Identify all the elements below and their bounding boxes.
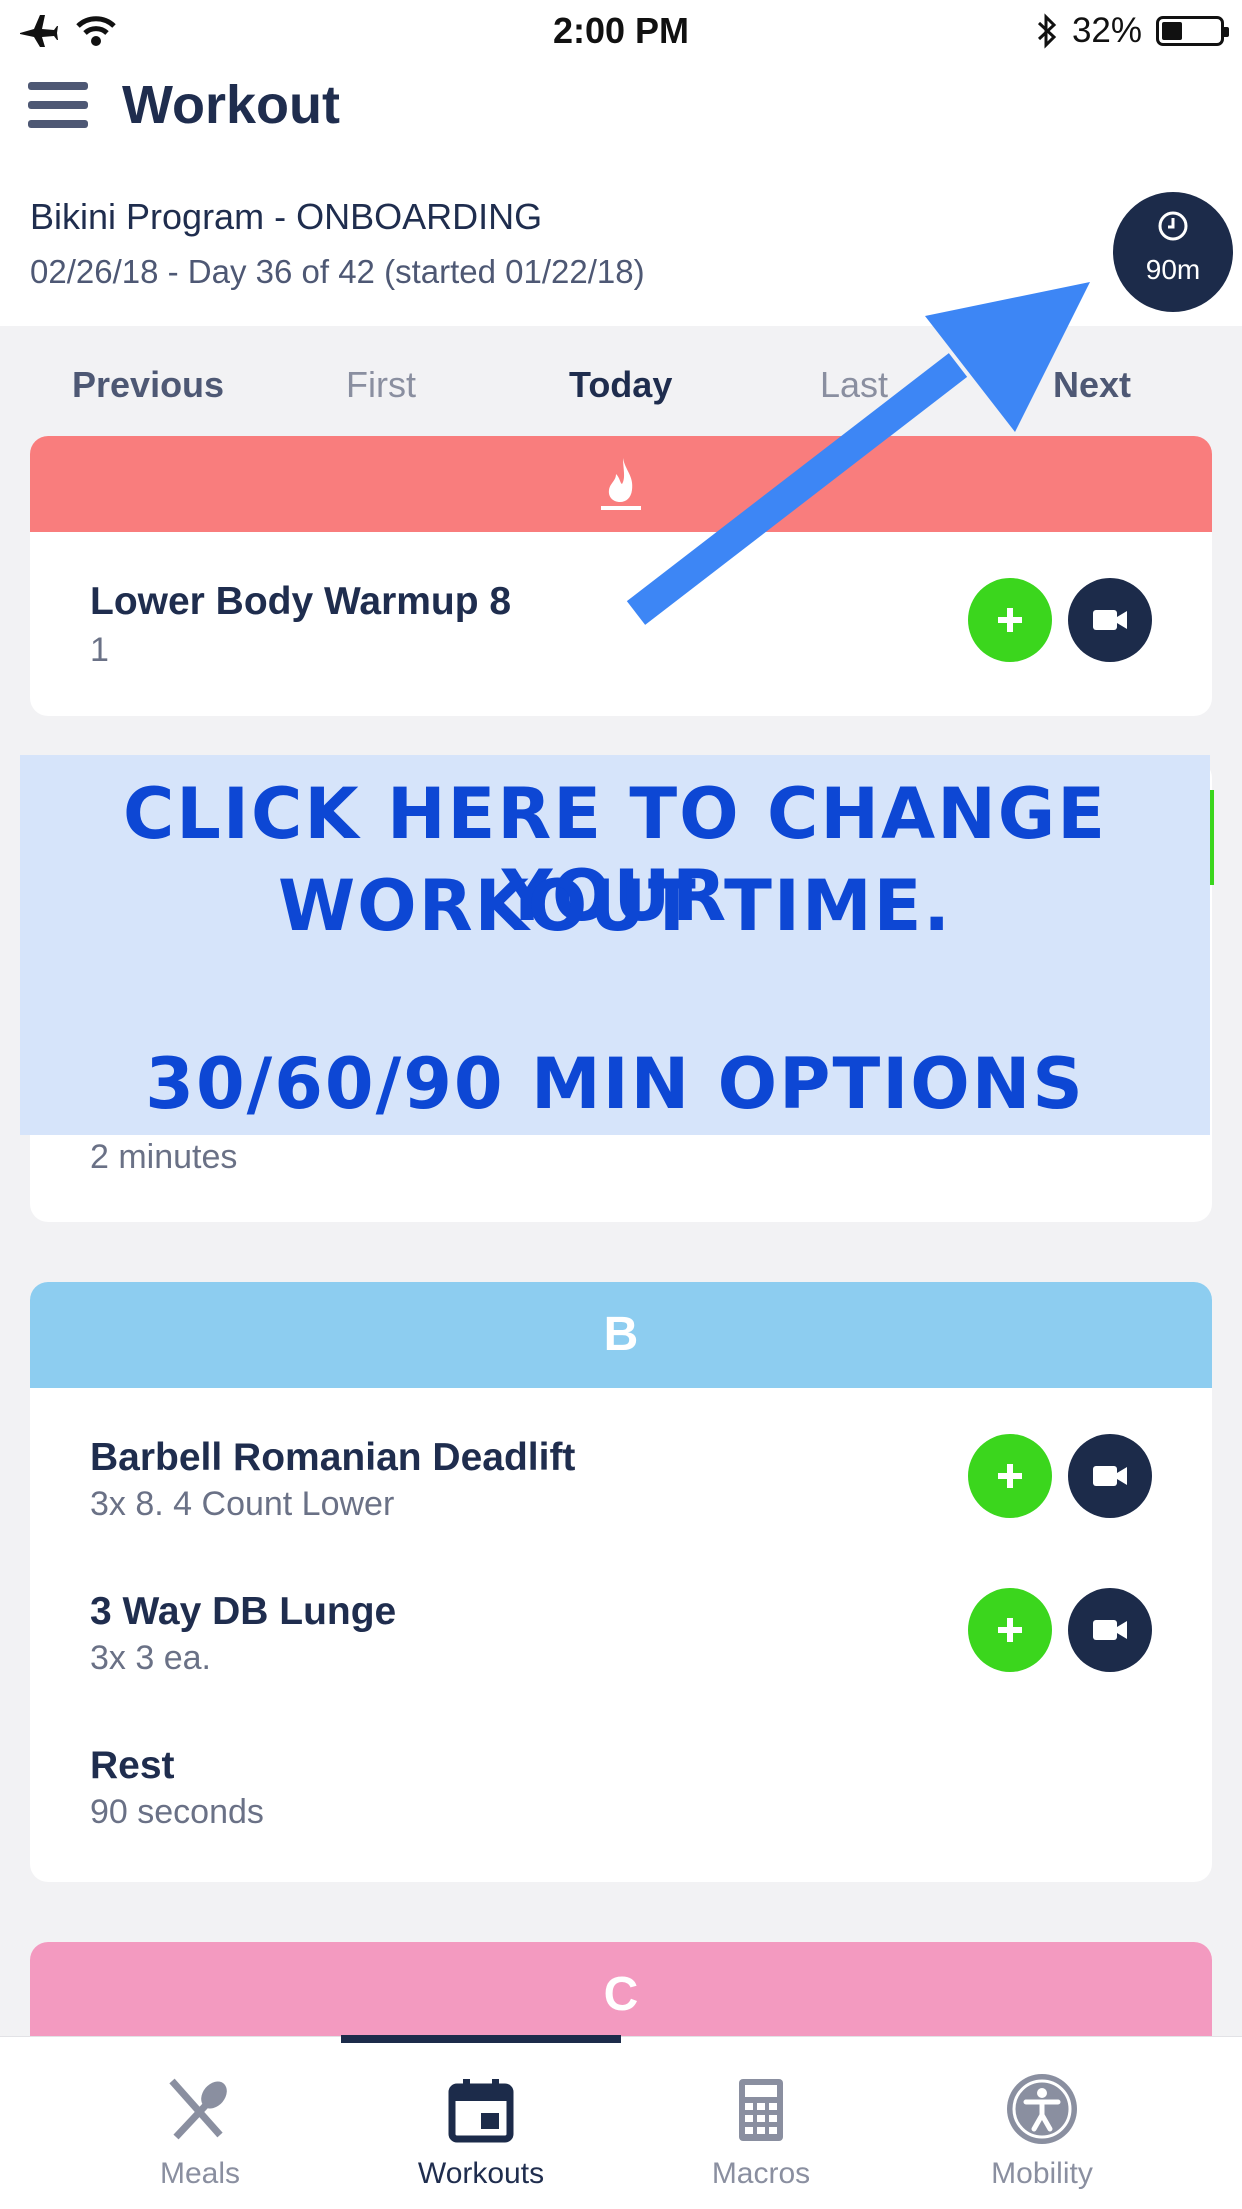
video-button[interactable]	[1068, 1434, 1152, 1518]
bottom-tab-bar: Meals Workouts Macros Mobility	[0, 2035, 1242, 2209]
tab-workouts[interactable]: Workouts	[341, 2037, 621, 2209]
page-header: Workout Bikini Program - ONBOARDING 02/2…	[0, 62, 1242, 326]
tab-label: Meals	[159, 2157, 241, 2190]
workout-time-label: 90m	[1145, 254, 1201, 285]
instruction-overlay: CLICK HERE TO CHANGE YOUR WORKOUT TIME. …	[20, 755, 1210, 1135]
page-title: Workout	[122, 75, 340, 135]
workout-time-button[interactable]: 90m	[1113, 192, 1233, 312]
overlay-line-3: 30/60/90 MIN OPTIONS	[145, 1043, 1085, 1125]
nav-next[interactable]: Next	[1053, 364, 1131, 406]
add-exercise-button[interactable]	[968, 578, 1052, 662]
video-camera-icon	[1093, 1466, 1127, 1486]
nav-today[interactable]: Today	[569, 364, 672, 406]
exercise-detail: 1	[90, 631, 109, 669]
add-exercise-button-edge	[1210, 790, 1214, 885]
exercise-name: Lower Body Warmup 8	[90, 580, 512, 623]
tab-macros[interactable]: Macros	[621, 2037, 901, 2209]
video-button[interactable]	[1068, 578, 1152, 662]
tab-label: Macros	[711, 2157, 811, 2190]
section-b-card: B Barbell Romanian Deadlift 3x 8. 4 Coun…	[30, 1282, 1212, 1882]
program-dates: 02/26/18 - Day 36 of 42 (started 01/22/1…	[30, 253, 645, 290]
video-button[interactable]	[1068, 1588, 1152, 1672]
tab-meals[interactable]: Meals	[60, 2037, 340, 2209]
status-right-icons: 32%	[1036, 10, 1229, 52]
add-exercise-button[interactable]	[968, 1588, 1052, 1672]
overlay-line-2: WORKOUT TIME.	[277, 865, 953, 947]
nav-previous[interactable]: Previous	[72, 364, 224, 406]
video-camera-icon	[1093, 610, 1127, 630]
section-b-header: B	[30, 1282, 1212, 1388]
tab-label: Workouts	[417, 2157, 545, 2190]
exercise-name: Rest	[90, 1744, 175, 1787]
warmup-section-card: Lower Body Warmup 8 1	[30, 436, 1212, 716]
plus-icon	[998, 1464, 1022, 1488]
exercise-detail: 3x 3 ea.	[90, 1639, 211, 1677]
nav-first[interactable]: First	[346, 364, 416, 406]
calendar-icon	[448, 2079, 514, 2143]
exercise-detail: 3x 8. 4 Count Lower	[90, 1485, 395, 1523]
program-name: Bikini Program - ONBOARDING	[30, 196, 543, 237]
add-exercise-button[interactable]	[968, 1434, 1052, 1518]
exercise-name: 3 Way DB Lunge	[90, 1590, 397, 1633]
bluetooth-icon	[1037, 13, 1057, 49]
exercise-detail: 90 seconds	[90, 1793, 264, 1831]
warmup-section-header	[30, 436, 1212, 532]
battery-percent: 32%	[1071, 11, 1142, 50]
exercise-name: Barbell Romanian Deadlift	[90, 1436, 576, 1479]
accessibility-icon	[1007, 2074, 1077, 2144]
exercise-detail: 2 minutes	[90, 1138, 238, 1176]
hamburger-menu-icon[interactable]	[28, 82, 88, 132]
clock-icon	[1158, 211, 1188, 241]
nav-last[interactable]: Last	[820, 364, 888, 406]
day-navigation: Previous First Today Last Next	[0, 328, 1242, 438]
fork-spoon-icon	[169, 2078, 227, 2140]
flame-icon	[601, 458, 641, 510]
calculator-icon	[739, 2079, 783, 2141]
plus-icon	[998, 608, 1022, 632]
battery-icon	[1156, 16, 1229, 46]
tab-label: Mobility	[991, 2157, 1093, 2190]
plus-icon	[998, 1618, 1022, 1642]
video-camera-icon	[1093, 1620, 1127, 1640]
status-bar: 2:00 PM 32%	[0, 0, 1242, 62]
tab-mobility[interactable]: Mobility	[902, 2037, 1182, 2209]
